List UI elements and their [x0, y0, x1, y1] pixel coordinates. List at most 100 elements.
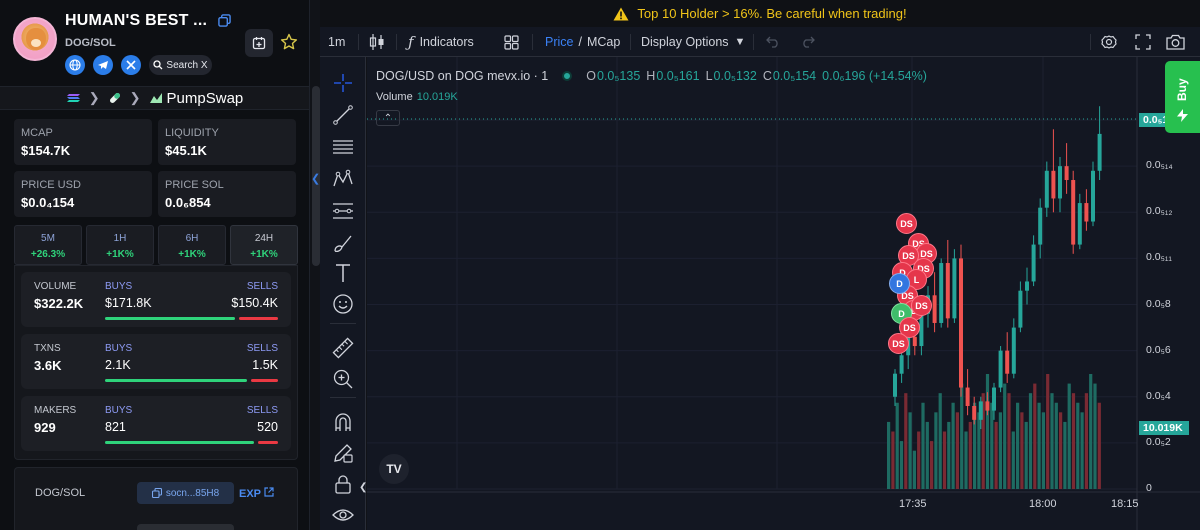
- buys-label: BUYS: [105, 405, 133, 416]
- trade-marker[interactable]: DS: [911, 295, 932, 316]
- volume-bar: [1011, 431, 1015, 489]
- tab-5m[interactable]: 5M +26.3%: [14, 225, 82, 265]
- token-info-panel: HUMAN'S BEST ... DOG/SOL Search X ❯ ❯ Pu…: [0, 0, 310, 530]
- pair-address-panel: DOG/SOL socn...85H8 EXP: [14, 467, 298, 530]
- tab-1h[interactable]: 1H +1K%: [86, 225, 154, 265]
- function-icon: ƒ: [408, 33, 414, 51]
- chart-type-button[interactable]: [369, 27, 385, 57]
- fullscreen-button[interactable]: [1135, 27, 1151, 57]
- volume-bar: [1054, 402, 1058, 489]
- volume-bar: [917, 431, 921, 489]
- toolbar-divider: [532, 34, 533, 50]
- collapse-legend-button[interactable]: ⌃: [376, 110, 400, 126]
- x-icon[interactable]: [121, 55, 141, 75]
- volume-bar: [994, 421, 998, 489]
- display-options-button[interactable]: Display Options ▼: [641, 27, 745, 57]
- price-option[interactable]: Price: [545, 35, 573, 49]
- volume-bar: [964, 431, 968, 489]
- price-mcap-toggle[interactable]: Price / MCap: [545, 27, 620, 57]
- undo-button[interactable]: [766, 27, 780, 57]
- buys-label: BUYS: [105, 281, 133, 292]
- indicators-button[interactable]: ƒ Indicators: [408, 27, 474, 57]
- volume-bar: [1016, 402, 1020, 489]
- copy-address-button[interactable]: socn...85H8: [137, 482, 234, 504]
- stat-value: $154.7K: [21, 143, 71, 158]
- trend-line-icon[interactable]: [332, 104, 354, 126]
- price-tick-label: 0.0₅₁₄: [1146, 159, 1173, 172]
- dex-label[interactable]: PumpSwap: [149, 90, 243, 107]
- screenshot-button[interactable]: [1166, 27, 1185, 57]
- volume-bar: [1050, 393, 1054, 489]
- price-chart[interactable]: DOG/USD on DOG mevx.io · 1 O 0.0₅135 H 0.0…: [367, 57, 1200, 530]
- fibonacci-icon[interactable]: [332, 200, 354, 222]
- tab-24h[interactable]: 24H +1K%: [230, 225, 298, 265]
- copy-icon[interactable]: [218, 14, 231, 27]
- candle-body: [1044, 170, 1049, 208]
- search-x-button[interactable]: Search X: [149, 55, 212, 75]
- zoom-in-icon[interactable]: [332, 368, 354, 390]
- interval-button[interactable]: 1m: [328, 27, 345, 57]
- brush-icon[interactable]: [332, 232, 354, 254]
- toggle-slash: /: [578, 35, 582, 49]
- explorer-link[interactable]: EXP: [239, 487, 274, 500]
- redo-button[interactable]: [801, 27, 815, 57]
- add-to-watchlist-button[interactable]: [245, 29, 273, 57]
- block-key-value: 929: [34, 420, 56, 435]
- volume-bar: [1020, 412, 1024, 489]
- buys-value: 2.1K: [105, 358, 131, 372]
- tab-6h[interactable]: 6H +1K%: [158, 225, 226, 265]
- ruler-icon[interactable]: [332, 337, 354, 359]
- stat-label: MCAP: [21, 127, 53, 139]
- volume-bar: [899, 441, 904, 489]
- volume-bar: [912, 450, 916, 489]
- telegram-icon[interactable]: [93, 55, 113, 75]
- tab-change: +1K%: [250, 249, 278, 260]
- volume-bar: [1093, 383, 1097, 489]
- indicators-label: Indicators: [419, 35, 474, 49]
- text-tool-icon[interactable]: [332, 262, 354, 284]
- magnet-icon[interactable]: [332, 411, 354, 433]
- settings-button[interactable]: [1100, 27, 1118, 57]
- candlestick-chart[interactable]: [367, 57, 1200, 530]
- secondary-address-pill[interactable]: [137, 524, 234, 530]
- favorite-star-icon[interactable]: [280, 33, 298, 51]
- lock-drawing-pencil-icon[interactable]: [332, 442, 354, 464]
- pill-icon: [109, 93, 120, 103]
- crosshair-icon[interactable]: [332, 72, 354, 94]
- emoji-icon[interactable]: [332, 293, 354, 315]
- candle-body: [1011, 327, 1016, 374]
- high-label: H: [646, 69, 656, 83]
- volume-bar: [1033, 383, 1037, 489]
- calendar-add-icon: [252, 37, 266, 50]
- stat-mcap: MCAP $154.7K: [14, 119, 152, 165]
- open-value: 0.0₅135: [597, 69, 641, 83]
- stat-price-usd: PRICE USD $0.0₄154: [14, 171, 152, 217]
- pumpswap-icon: [149, 93, 162, 103]
- candle-body: [1005, 350, 1010, 374]
- lock-icon[interactable]: [332, 473, 354, 495]
- stat-value: 0.0₆854: [165, 195, 211, 210]
- caret-down-icon: ▼: [734, 36, 746, 48]
- buy-tab-label: Buy: [1175, 78, 1189, 101]
- app-root: HUMAN'S BEST ... DOG/SOL Search X ❯ ❯ Pu…: [0, 0, 1200, 530]
- eye-icon[interactable]: [332, 504, 354, 526]
- trade-marker[interactable]: D: [889, 273, 910, 294]
- layouts-button[interactable]: [504, 27, 519, 57]
- tradingview-logo[interactable]: TV: [379, 454, 409, 484]
- external-link-icon: [264, 487, 274, 497]
- tab-label: 24H: [254, 233, 274, 244]
- buys-bar: [105, 379, 247, 382]
- trade-marker[interactable]: DS: [888, 333, 909, 354]
- globe-icon[interactable]: [65, 55, 85, 75]
- horizontal-lines-icon[interactable]: [332, 136, 354, 158]
- trade-marker[interactable]: DS: [896, 213, 917, 234]
- buy-tab-button[interactable]: Buy: [1165, 61, 1200, 133]
- expand-left-icon[interactable]: ❮: [359, 482, 367, 493]
- collapse-panel-icon[interactable]: ❮: [311, 172, 320, 185]
- route-breadcrumb: ❯ ❯ PumpSwap: [0, 86, 309, 110]
- sells-value: 1.5K: [252, 358, 278, 372]
- mcap-option[interactable]: MCap: [587, 35, 620, 49]
- pattern-icon[interactable]: [332, 168, 354, 190]
- volume-block: VOLUME $322.2K BUYS $171.8K SELLS $150.4…: [21, 272, 291, 327]
- volume-bar: [934, 412, 938, 489]
